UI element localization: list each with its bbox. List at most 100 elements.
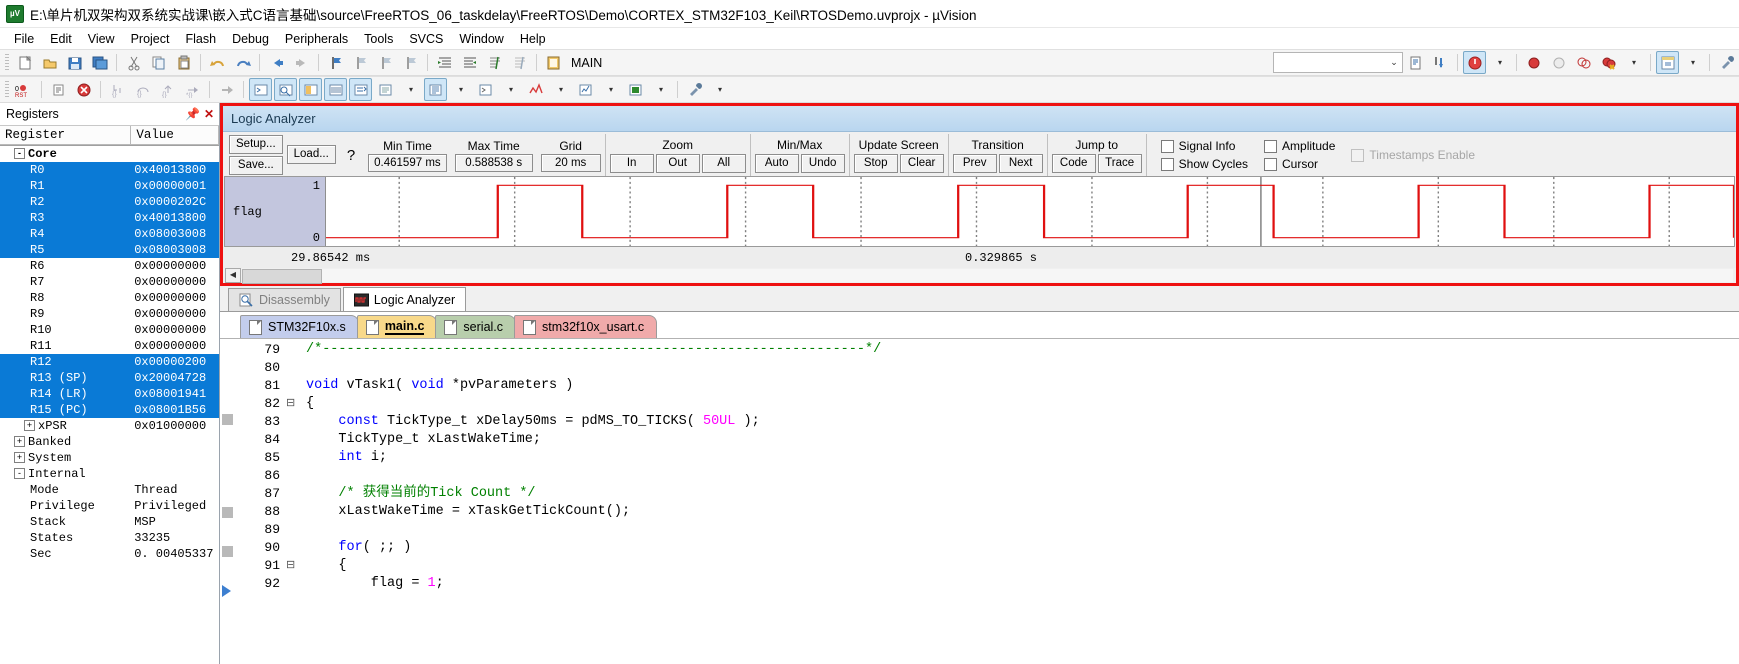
register-row[interactable]: +Banked xyxy=(0,434,219,450)
signal-legend-box[interactable]: 1 flag 0 xyxy=(225,177,326,246)
system-viewer-dropdown-icon[interactable]: ▾ xyxy=(649,78,672,101)
transition-next-button[interactable]: Next xyxy=(999,154,1043,173)
code-line[interactable]: { xyxy=(306,557,1739,575)
scroll-left-arrow-icon[interactable]: ◀ xyxy=(225,268,241,283)
setup-button[interactable]: Setup... xyxy=(229,135,283,154)
register-row[interactable]: R30x40013800 xyxy=(0,210,219,226)
gutter-cell[interactable] xyxy=(220,486,234,504)
register-row[interactable]: R50x08003008 xyxy=(0,242,219,258)
file-tab-stm32f10x-s[interactable]: STM32F10x.s xyxy=(240,315,359,338)
manage-project-icon[interactable] xyxy=(1404,51,1427,74)
cut-icon[interactable] xyxy=(122,51,145,74)
zoom-out-button[interactable]: Out xyxy=(656,154,700,173)
run-to-cursor-icon[interactable]: *{} xyxy=(181,78,204,101)
open-file-icon[interactable] xyxy=(38,51,61,74)
show-next-statement-icon[interactable] xyxy=(215,78,238,101)
menu-item-window[interactable]: Window xyxy=(451,30,511,48)
gutter-cell[interactable] xyxy=(220,432,234,450)
register-row[interactable]: ModeThread xyxy=(0,482,219,498)
current-line-arrow-icon[interactable] xyxy=(220,585,234,603)
checkbox-box[interactable] xyxy=(1264,140,1277,153)
save-button[interactable]: Save... xyxy=(229,156,283,175)
memory-dropdown-icon[interactable]: ▾ xyxy=(449,78,472,101)
gutter-cell[interactable] xyxy=(220,564,234,582)
code-line[interactable] xyxy=(306,359,1739,377)
help-button[interactable]: ? xyxy=(342,147,360,164)
target-options-icon[interactable] xyxy=(542,51,565,74)
code-line[interactable] xyxy=(306,467,1739,485)
code-line[interactable]: xLastWakeTime = xTaskGetTickCount(); xyxy=(306,503,1739,521)
gutter-cell[interactable] xyxy=(220,375,234,393)
fold-toggle[interactable]: ⊟ xyxy=(286,395,306,413)
checkbox-box[interactable] xyxy=(1161,140,1174,153)
menu-item-flash[interactable]: Flash xyxy=(177,30,224,48)
memory-windows-icon[interactable] xyxy=(424,78,447,101)
registers-window-icon[interactable] xyxy=(324,78,347,101)
file-tab-main-c[interactable]: main.c xyxy=(357,315,438,338)
register-row[interactable]: R110x00000000 xyxy=(0,338,219,354)
code-line[interactable]: for( ;; ) xyxy=(306,539,1739,557)
register-row[interactable]: States33235 xyxy=(0,530,219,546)
menu-item-view[interactable]: View xyxy=(80,30,123,48)
register-row[interactable]: R10x00000001 xyxy=(0,178,219,194)
code-line[interactable]: /*--------------------------------------… xyxy=(306,341,1739,359)
analysis-windows-icon[interactable] xyxy=(524,78,547,101)
system-viewer-icon[interactable] xyxy=(624,78,647,101)
register-row[interactable]: Sec0. 00405337 xyxy=(0,546,219,562)
serial-dropdown-icon[interactable]: ▾ xyxy=(499,78,522,101)
code-editor[interactable]: 7980818283848586878889909192 ⊟⊟ /*------… xyxy=(220,338,1739,664)
editor-fold-column[interactable]: ⊟⊟ xyxy=(286,339,306,664)
gutter-cell[interactable] xyxy=(220,393,234,411)
breakpoint-marker[interactable] xyxy=(220,414,234,432)
code-line[interactable]: flag = 1; xyxy=(306,575,1739,593)
menu-item-debug[interactable]: Debug xyxy=(224,30,277,48)
gutter-cell[interactable] xyxy=(220,450,234,468)
configure-icon[interactable] xyxy=(1715,51,1738,74)
project-window-icon[interactable] xyxy=(1656,51,1679,74)
minmax-auto-button[interactable]: Auto xyxy=(755,154,799,173)
save-icon[interactable] xyxy=(63,51,86,74)
menu-item-peripherals[interactable]: Peripherals xyxy=(277,30,356,48)
update-stop-button[interactable]: Stop xyxy=(854,154,898,173)
indent-right-icon[interactable] xyxy=(433,51,456,74)
paste-icon[interactable] xyxy=(172,51,195,74)
zoom-in-button[interactable]: In xyxy=(610,154,654,173)
scroll-thumb[interactable] xyxy=(242,269,322,284)
step-out-icon[interactable]: {} xyxy=(156,78,179,101)
register-row[interactable]: R20x0000202C xyxy=(0,194,219,210)
register-row[interactable]: R80x00000000 xyxy=(0,290,219,306)
update-clear-button[interactable]: Clear xyxy=(900,154,944,173)
checkbox-box[interactable] xyxy=(1264,158,1277,171)
register-row[interactable]: R100x00000000 xyxy=(0,322,219,338)
new-file-icon[interactable] xyxy=(13,51,36,74)
scroll-track[interactable] xyxy=(242,269,1733,282)
watch-windows-icon[interactable] xyxy=(374,78,397,101)
transition-prev-button[interactable]: Prev xyxy=(953,154,997,173)
amplitude-checkbox[interactable]: Amplitude xyxy=(1264,139,1335,153)
menu-item-svcs[interactable]: SVCS xyxy=(401,30,451,48)
fold-toggle[interactable]: ⊟ xyxy=(286,557,306,575)
zoom-all-button[interactable]: All xyxy=(702,154,746,173)
register-row[interactable]: R90x00000000 xyxy=(0,306,219,322)
close-icon[interactable]: ✕ xyxy=(204,107,214,121)
forward-icon[interactable] xyxy=(290,51,313,74)
bookmark-next-icon[interactable] xyxy=(374,51,397,74)
gutter-cell[interactable] xyxy=(220,357,234,375)
command-window-icon[interactable] xyxy=(249,78,272,101)
debug-dropdown-icon[interactable]: ▾ xyxy=(1488,51,1511,74)
register-row[interactable]: R14 (LR)0x08001941 xyxy=(0,386,219,402)
max-time-field[interactable]: 0.588538 s xyxy=(455,154,533,172)
breakpoint-marker[interactable] xyxy=(220,507,234,525)
code-line[interactable]: { xyxy=(306,395,1739,413)
signal-info-checkbox[interactable]: Signal Info xyxy=(1161,139,1248,153)
editor-code-area[interactable]: /*--------------------------------------… xyxy=(306,339,1739,664)
toolbar-grip[interactable] xyxy=(5,54,9,71)
register-row[interactable]: +xPSR0x01000000 xyxy=(0,418,219,434)
menu-item-edit[interactable]: Edit xyxy=(42,30,80,48)
register-row[interactable]: R40x08003008 xyxy=(0,226,219,242)
gutter-cell[interactable] xyxy=(220,525,234,543)
pin-icon[interactable]: 📌 xyxy=(185,107,200,121)
show-cycles-checkbox[interactable]: Show Cycles xyxy=(1161,157,1248,171)
chevron-down-icon[interactable]: ⌄ xyxy=(1386,57,1402,68)
bookmark-prev-icon[interactable] xyxy=(349,51,372,74)
